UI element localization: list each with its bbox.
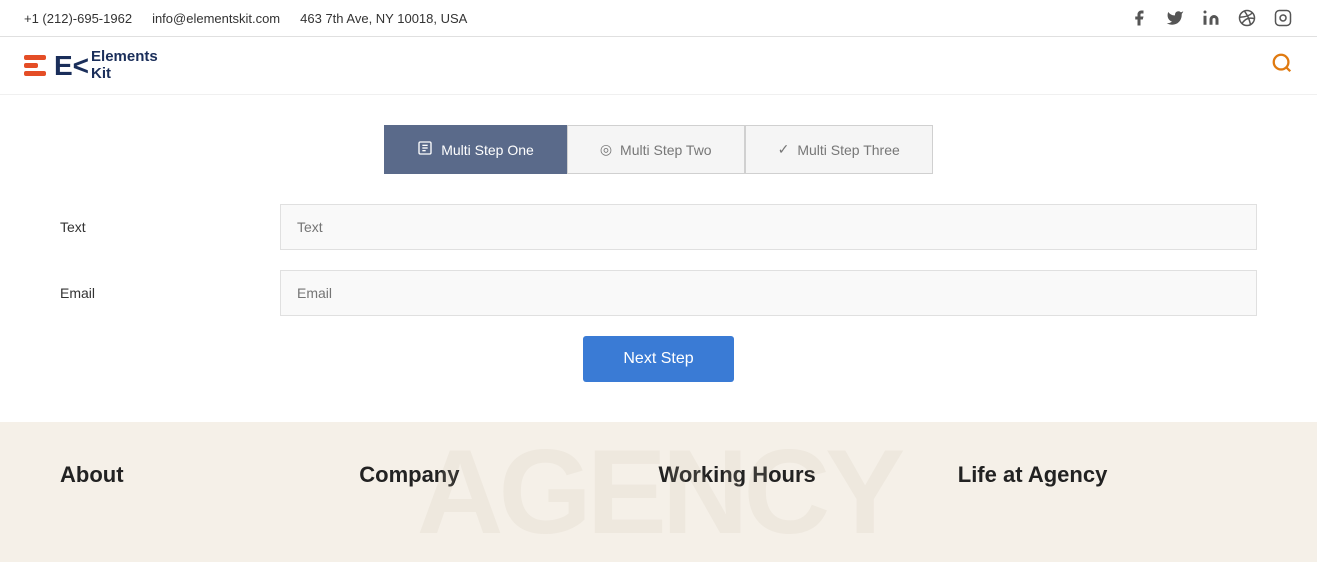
main-content: Multi Step One ◎ Multi Step Two ✓ Multi … — [0, 95, 1317, 422]
footer-life-at-agency-title: Life at Agency — [958, 462, 1257, 488]
email-input[interactable] — [280, 270, 1257, 316]
step1-label: Multi Step One — [441, 142, 534, 158]
text-field-row: Text — [60, 204, 1257, 250]
footer-col-life-at-agency: Life at Agency — [958, 462, 1257, 488]
logo-kit: Kit — [91, 66, 158, 83]
linkedin-icon[interactable] — [1201, 8, 1221, 28]
nav-bar: E< Elements Kit — [0, 37, 1317, 95]
search-button[interactable] — [1271, 52, 1293, 80]
footer-col-working-hours: Working Hours — [659, 462, 958, 488]
email-field-row: Email — [60, 270, 1257, 316]
footer-col-company: Company — [359, 462, 658, 488]
top-bar: +1 (212)-695-1962 info@elementskit.com 4… — [0, 0, 1317, 37]
footer-columns: About Company Working Hours Life at Agen… — [60, 462, 1257, 488]
footer-company-title: Company — [359, 462, 658, 488]
logo-ek-letter: E< — [54, 52, 89, 80]
footer-area: AGENCY About Company Working Hours Life … — [0, 422, 1317, 562]
step3-icon: ✓ — [778, 141, 790, 158]
footer-bg-decoration: AGENCY — [0, 422, 1317, 562]
step-tabs: Multi Step One ◎ Multi Step Two ✓ Multi … — [60, 125, 1257, 174]
social-icons — [1129, 8, 1293, 28]
logo-icon — [24, 55, 46, 76]
address: 463 7th Ave, NY 10018, USA — [300, 11, 467, 26]
logo[interactable]: E< Elements Kit — [24, 49, 158, 82]
footer-col-about: About — [60, 462, 359, 488]
text-label: Text — [60, 219, 280, 235]
email-label: Email — [60, 285, 280, 301]
logo-name: Elements Kit — [91, 49, 158, 82]
step2-icon: ◎ — [600, 141, 612, 158]
step-tab-3[interactable]: ✓ Multi Step Three — [745, 125, 933, 174]
phone: +1 (212)-695-1962 — [24, 11, 132, 26]
instagram-icon[interactable] — [1273, 8, 1293, 28]
next-step-button[interactable]: Next Step — [583, 336, 733, 382]
top-bar-contact: +1 (212)-695-1962 info@elementskit.com 4… — [24, 11, 467, 26]
step1-icon — [417, 140, 433, 159]
text-input[interactable] — [280, 204, 1257, 250]
dribbble-icon[interactable] — [1237, 8, 1257, 28]
footer-working-hours-title: Working Hours — [659, 462, 958, 488]
step-tab-2[interactable]: ◎ Multi Step Two — [567, 125, 745, 174]
step2-label: Multi Step Two — [620, 142, 712, 158]
footer-about-title: About — [60, 462, 359, 488]
step-tab-1[interactable]: Multi Step One — [384, 125, 567, 174]
logo-elements: Elements — [91, 49, 158, 66]
step3-label: Multi Step Three — [797, 142, 899, 158]
email: info@elementskit.com — [152, 11, 280, 26]
twitter-icon[interactable] — [1165, 8, 1185, 28]
next-step-wrap: Next Step — [60, 336, 1257, 382]
facebook-icon[interactable] — [1129, 8, 1149, 28]
